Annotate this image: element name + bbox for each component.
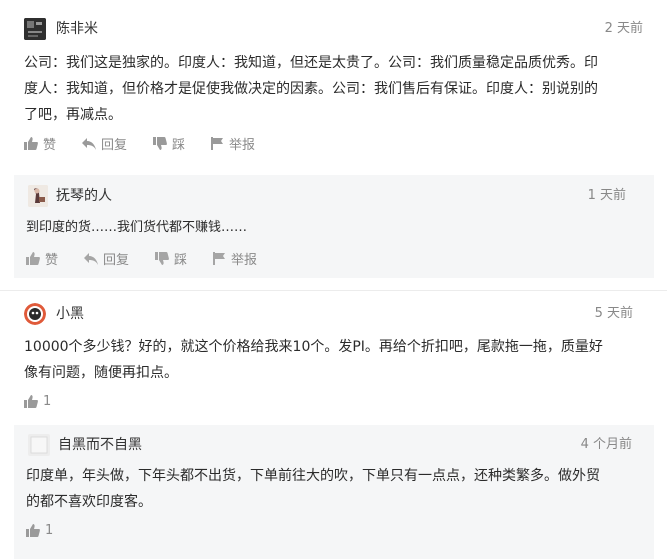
- thumbs-up-icon: [24, 395, 38, 408]
- thumbs-down-icon: [153, 137, 167, 150]
- comment-text-line: 了吧，再减点。: [24, 107, 122, 123]
- report-label: 举报: [229, 138, 256, 153]
- comment-text-line: 度人：我知道，但价格才是促使我做决定的因素。公司：我们售后有保证。印度人：别说别…: [24, 81, 598, 97]
- thumbs-down-icon: [155, 252, 169, 265]
- report-button[interactable]: 举报: [211, 134, 255, 153]
- reply-item: 抚琴的人 1 天前 到印度的货……我们货代都不赚钱…… 赞 回复 踩 举报: [14, 175, 654, 278]
- reply-item: 自黑而不自黑 4 个月前 印度单，年头做，下年头都不出货，下单前往大的吹，下单只…: [14, 425, 654, 559]
- comment-text: 到印度的货……我们货代都不赚钱……: [26, 215, 626, 241]
- avatar-image-icon: [24, 18, 46, 40]
- comment-text-line: 的都不喜欢印度客。: [26, 494, 152, 510]
- reply-button[interactable]: 回复: [84, 249, 129, 268]
- reply-arrow-icon: [82, 137, 97, 150]
- username[interactable]: 抚琴的人: [56, 187, 112, 205]
- like-count: 1: [45, 523, 54, 538]
- like-count: 1: [43, 394, 52, 409]
- comment-text: 10000个多少钱？好的，就这个价格给我来10个。发PI。再给个折扣吧，尾款拖一…: [24, 334, 654, 386]
- like-label: 赞: [45, 253, 59, 268]
- comment-actions: 1: [26, 523, 79, 538]
- comment-text-line: 10000个多少钱？好的，就这个价格给我来10个。发PI。再给个折扣吧，尾款拖一…: [24, 339, 603, 355]
- thumbs-up-icon: [26, 252, 40, 265]
- avatar-image-icon: [28, 434, 50, 456]
- avatar[interactable]: [24, 303, 46, 325]
- avatar[interactable]: [28, 434, 50, 456]
- thumbs-up-icon: [26, 524, 40, 537]
- reply-label: 回复: [103, 253, 130, 268]
- dislike-button[interactable]: 踩: [155, 249, 187, 268]
- reply-label: 回复: [101, 138, 128, 153]
- dislike-label: 踩: [172, 138, 186, 153]
- comment-actions: 赞 回复 踩 举报: [26, 249, 283, 268]
- avatar[interactable]: [28, 185, 48, 207]
- like-button[interactable]: 赞: [24, 134, 56, 153]
- like-button[interactable]: 1: [24, 394, 51, 409]
- dislike-button[interactable]: 踩: [153, 134, 185, 153]
- comment-text-line: 印度单，年头做，下年头都不出货，下单前往大的吹，下单只有一点点，还种类繁多。做外…: [26, 468, 600, 484]
- comment-item: 小黑 5 天前 10000个多少钱？好的，就这个价格给我来10个。发PI。再给个…: [0, 290, 667, 420]
- timestamp: 5 天前: [594, 306, 633, 321]
- comment-text-line: 像有问题，随便再扣点。: [24, 365, 178, 381]
- comment-actions: 赞 回复 踩 举报: [24, 134, 281, 153]
- comment-text-line: 公司：我们这是独家的。印度人：我知道，但还是太贵了。公司：我们质量稳定品质优秀。…: [24, 55, 598, 71]
- flag-icon: [213, 252, 226, 265]
- like-button[interactable]: 1: [26, 523, 53, 538]
- report-button[interactable]: 举报: [213, 249, 257, 268]
- report-label: 举报: [231, 253, 258, 268]
- avatar-image-icon: [24, 303, 46, 325]
- username[interactable]: 陈非米: [56, 20, 98, 38]
- reply-button[interactable]: 回复: [82, 134, 127, 153]
- avatar-image-icon: [28, 185, 48, 207]
- comment-actions: 1: [24, 394, 77, 409]
- like-button[interactable]: 赞: [26, 249, 58, 268]
- username[interactable]: 自黑而不自黑: [58, 436, 142, 454]
- comment-item: 陈非米 2 天前 公司：我们这是独家的。印度人：我知道，但还是太贵了。公司：我们…: [0, 0, 667, 175]
- like-label: 赞: [43, 138, 57, 153]
- username[interactable]: 小黑: [56, 305, 84, 323]
- timestamp: 4 个月前: [580, 437, 632, 452]
- flag-icon: [211, 137, 224, 150]
- dislike-label: 踩: [174, 253, 188, 268]
- timestamp: 1 天前: [587, 188, 626, 203]
- thumbs-up-icon: [24, 137, 38, 150]
- reply-arrow-icon: [84, 252, 99, 265]
- comment-text: 印度单，年头做，下年头都不出货，下单前往大的吹，下单只有一点点，还种类繁多。做外…: [26, 463, 646, 515]
- avatar[interactable]: [24, 18, 46, 40]
- comment-text: 公司：我们这是独家的。印度人：我知道，但还是太贵了。公司：我们质量稳定品质优秀。…: [24, 50, 654, 128]
- comment-text-line: 到印度的货……我们货代都不赚钱……: [26, 220, 248, 235]
- timestamp: 2 天前: [604, 21, 643, 36]
